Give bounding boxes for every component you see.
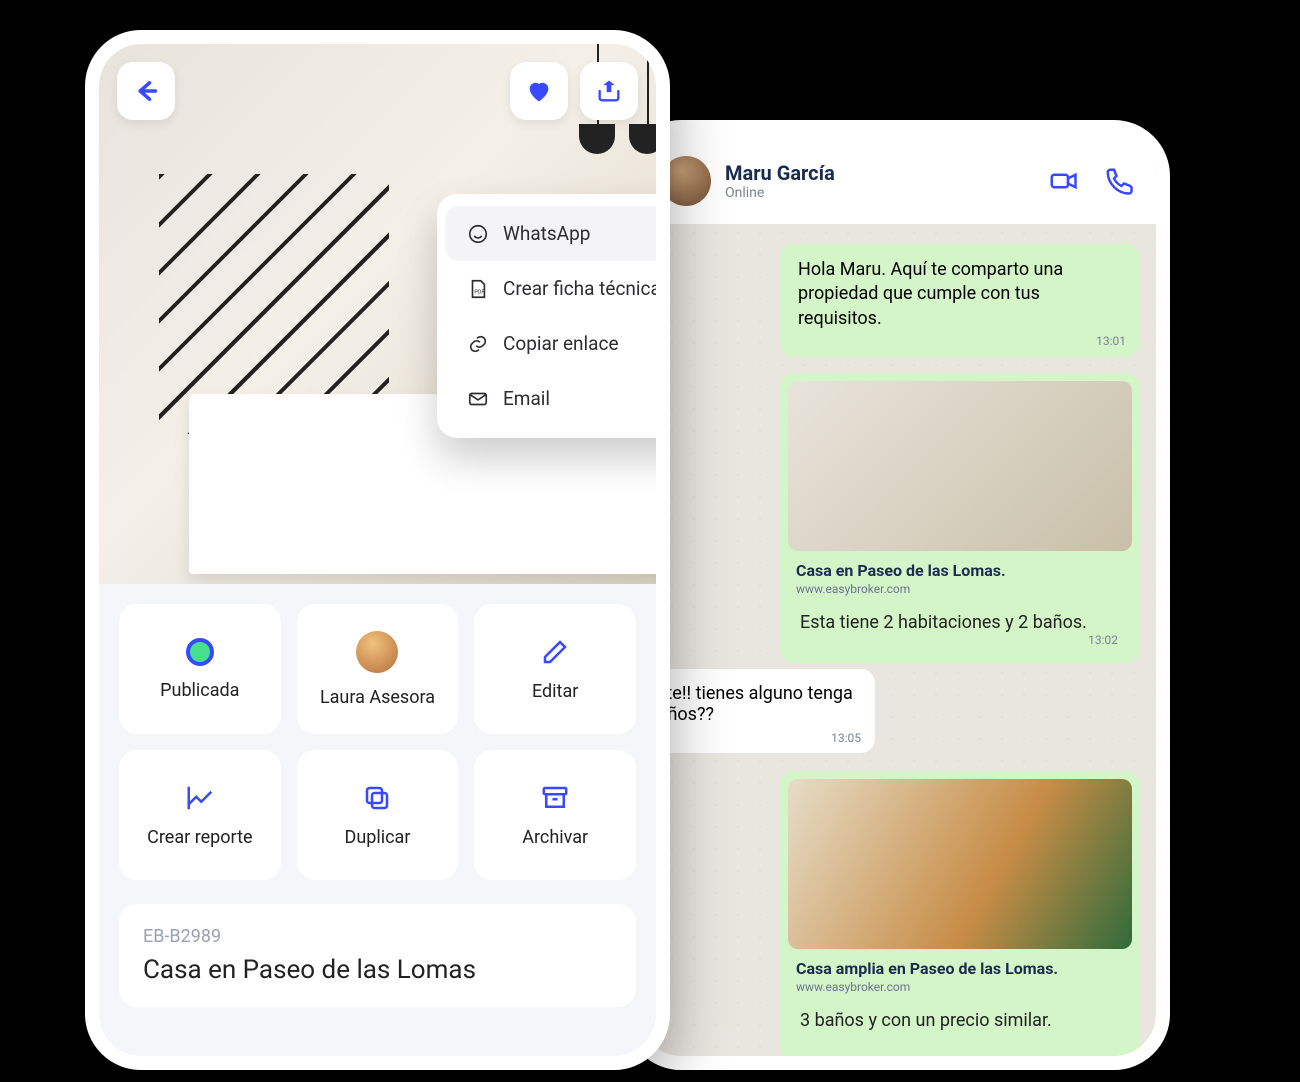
outgoing-message[interactable]: Hola Maru. Aquí te comparto una propieda… xyxy=(780,244,1140,357)
card-caption: 3 baños y con un precio similar. xyxy=(800,1010,1052,1031)
tile-status[interactable]: Publicada xyxy=(119,604,281,734)
chat-header: Maru García Online xyxy=(639,134,1156,224)
phone-left: WhatsApp PDF Crear ficha técnica Copiar … xyxy=(85,30,670,1070)
tile-duplicate[interactable]: Duplicar xyxy=(297,750,459,880)
listing-title: Casa en Paseo de las Lomas xyxy=(143,955,612,985)
contact-name: Maru García xyxy=(725,161,835,185)
message-timestamp: 13:02 xyxy=(1088,633,1118,647)
pdf-icon: PDF xyxy=(467,278,489,300)
card-title: Casa en Paseo de las Lomas. xyxy=(788,559,1132,582)
tile-label: Crear reporte xyxy=(147,827,252,848)
tile-label: Duplicar xyxy=(345,827,411,848)
phone-side-button xyxy=(85,284,87,344)
property-photo[interactable]: WhatsApp PDF Crear ficha técnica Copiar … xyxy=(99,44,656,584)
video-call-icon[interactable] xyxy=(1048,166,1078,196)
link-icon xyxy=(467,333,489,355)
card-image xyxy=(788,381,1132,551)
share-menu-item-label: Email xyxy=(503,387,550,410)
chart-icon xyxy=(185,783,215,813)
property-card-message[interactable]: Casa amplia en Paseo de las Lomas. www.e… xyxy=(780,771,1140,1056)
property-actions-grid: Publicada Laura Asesora Editar Crear rep… xyxy=(99,584,656,900)
whatsapp-icon xyxy=(467,223,489,245)
edit-icon xyxy=(540,637,570,667)
share-menu-item-whatsapp[interactable]: WhatsApp xyxy=(445,206,656,261)
advisor-avatar xyxy=(356,631,398,673)
tile-label: Archivar xyxy=(522,827,588,848)
share-menu-item-label: Crear ficha técnica xyxy=(503,277,656,300)
share-menu-item-label: Copiar enlace xyxy=(503,332,619,355)
tile-label: Editar xyxy=(532,681,578,702)
svg-text:PDF: PDF xyxy=(474,289,484,295)
contact-status: Online xyxy=(725,185,835,201)
card-url: www.easybroker.com xyxy=(788,980,1132,1000)
card-image xyxy=(788,779,1132,949)
phone-right: Maru García Online Hola Maru. Aquí te co… xyxy=(625,120,1170,1070)
card-url: www.easybroker.com xyxy=(788,582,1132,602)
tile-label: Laura Asesora xyxy=(320,687,435,708)
listing-id: EB-B2989 xyxy=(143,926,612,947)
share-menu-item-email[interactable]: Email xyxy=(445,371,656,426)
favorite-button[interactable] xyxy=(510,62,568,120)
status-dot-icon xyxy=(186,638,214,666)
copy-icon xyxy=(362,783,392,813)
share-menu-item-label: WhatsApp xyxy=(503,222,590,245)
property-app-screen: WhatsApp PDF Crear ficha técnica Copiar … xyxy=(99,44,656,1056)
incoming-message[interactable]: elente!! tienes alguno tenga 3 baños?? 1… xyxy=(639,669,875,753)
share-menu-item-copy-link[interactable]: Copiar enlace xyxy=(445,316,656,371)
card-caption: Esta tiene 2 habitaciones y 2 baños. xyxy=(800,612,1087,633)
arrow-left-icon xyxy=(132,77,160,105)
phone-side-button xyxy=(1168,414,1170,474)
share-menu: WhatsApp PDF Crear ficha técnica Copiar … xyxy=(437,194,656,438)
tile-label: Publicada xyxy=(160,680,239,701)
back-button[interactable] xyxy=(117,62,175,120)
tile-archive[interactable]: Archivar xyxy=(474,750,636,880)
heart-icon xyxy=(525,77,553,105)
phone-side-button xyxy=(1168,494,1170,614)
tile-advisor[interactable]: Laura Asesora xyxy=(297,604,459,734)
message-text: elente!! tienes alguno tenga 3 baños?? xyxy=(639,683,853,725)
message-timestamp: 13:05 xyxy=(831,731,861,745)
mail-icon xyxy=(467,388,489,410)
share-button[interactable] xyxy=(580,62,638,120)
tile-edit[interactable]: Editar xyxy=(474,604,636,734)
whatsapp-chat-screen: Maru García Online Hola Maru. Aquí te co… xyxy=(639,134,1156,1056)
archive-icon xyxy=(540,783,570,813)
message-text: Hola Maru. Aquí te comparto una propieda… xyxy=(798,259,1063,329)
card-title: Casa amplia en Paseo de las Lomas. xyxy=(788,957,1132,980)
message-timestamp: 13:01 xyxy=(1096,333,1126,349)
share-icon xyxy=(595,77,623,105)
tile-report[interactable]: Crear reporte xyxy=(119,750,281,880)
voice-call-icon[interactable] xyxy=(1104,166,1134,196)
share-menu-item-pdf[interactable]: PDF Crear ficha técnica xyxy=(445,261,656,316)
phone-side-button xyxy=(85,364,87,484)
photo-pagination[interactable] xyxy=(342,564,414,572)
chat-messages[interactable]: Hola Maru. Aquí te comparto una propieda… xyxy=(639,224,1156,1056)
property-card-message[interactable]: Casa en Paseo de las Lomas. www.easybrok… xyxy=(780,373,1140,663)
listing-card[interactable]: EB-B2989 Casa en Paseo de las Lomas xyxy=(119,904,636,1007)
